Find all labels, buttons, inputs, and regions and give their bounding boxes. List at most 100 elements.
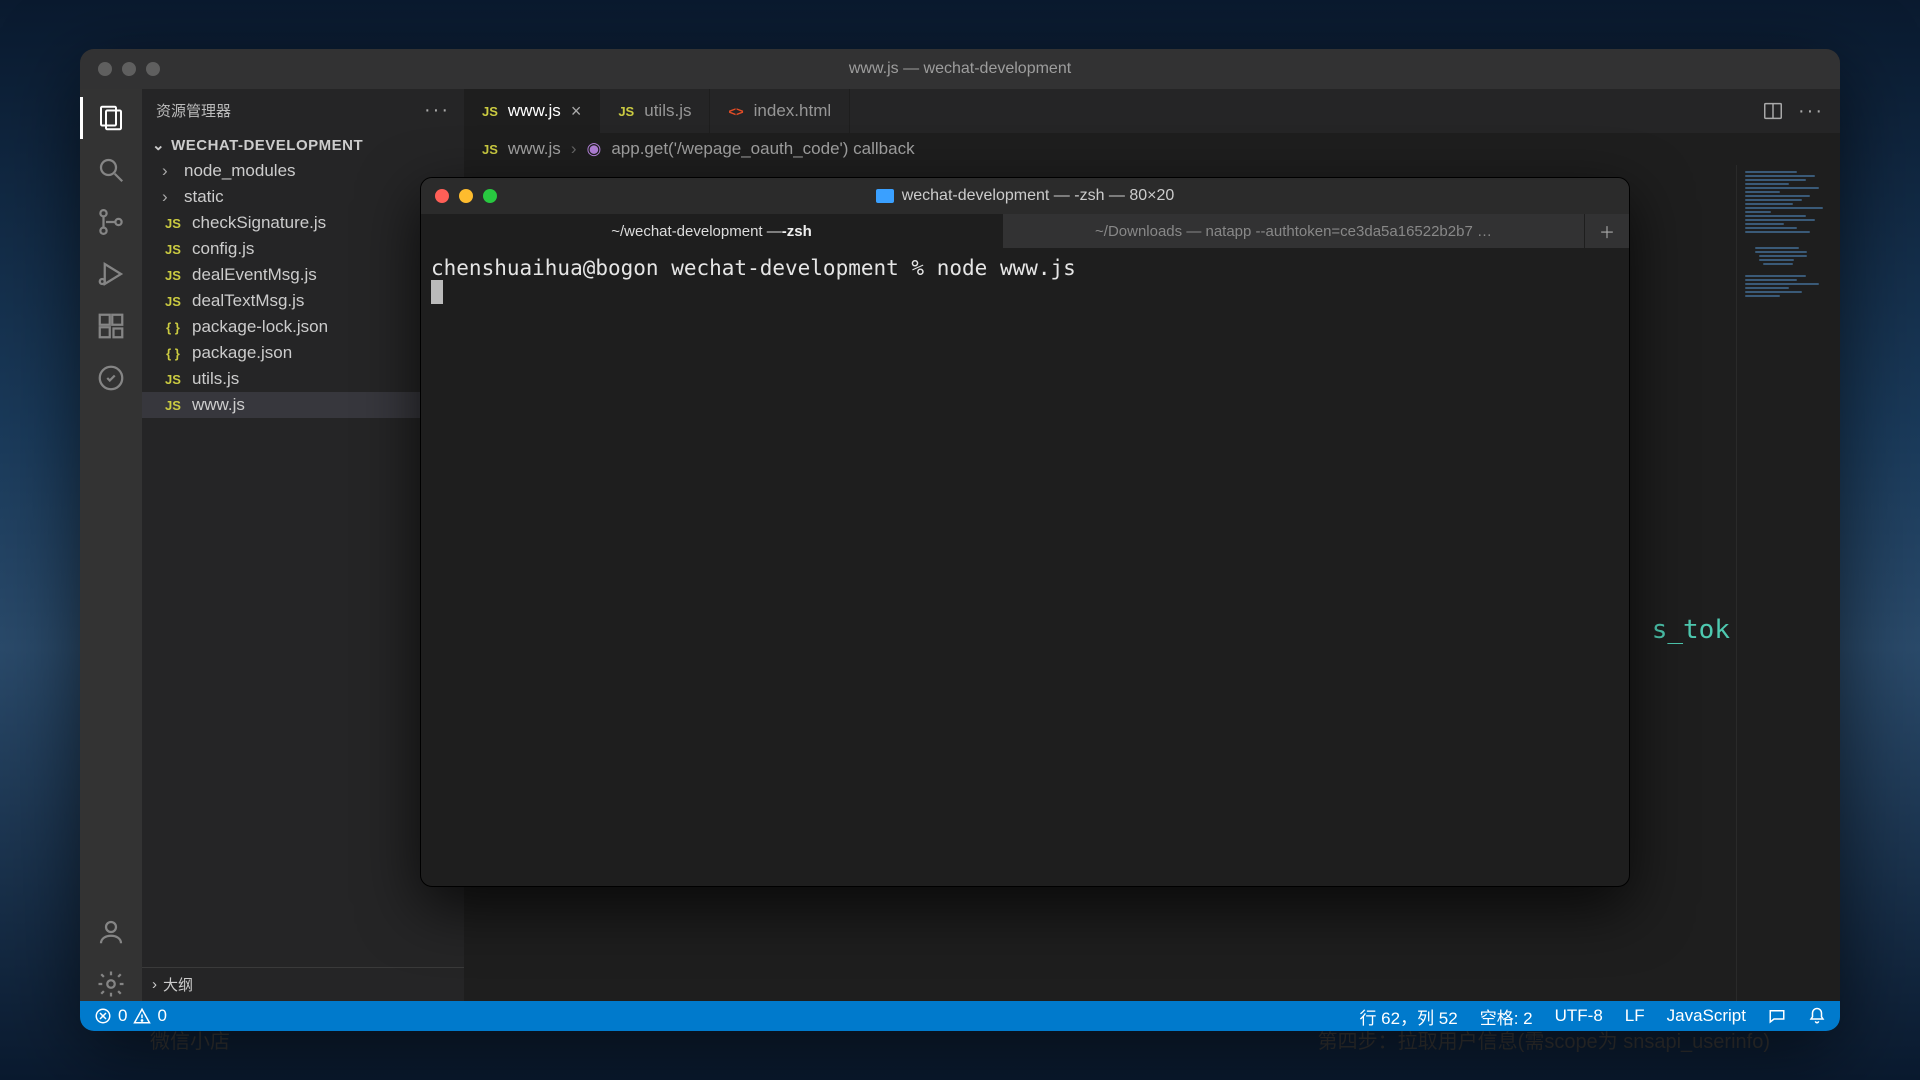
folder-root-label: WECHAT-DEVELOPMENT (171, 137, 363, 154)
tree-file[interactable]: JS config.js (142, 236, 464, 262)
notifications-icon[interactable] (1808, 1007, 1826, 1025)
terminal-tab-proc: -zsh (782, 223, 812, 240)
terminal-window: wechat-development — -zsh — 80×20 ~/wech… (420, 177, 1630, 887)
tree-file[interactable]: JS dealTextMsg.js (142, 288, 464, 314)
language-mode[interactable]: JavaScript (1667, 1006, 1746, 1026)
account-icon[interactable] (94, 915, 128, 949)
sidebar-more-icon[interactable]: ··· (424, 99, 450, 122)
window-title: www.js — wechat-development (80, 60, 1840, 78)
eol-info[interactable]: LF (1625, 1006, 1645, 1026)
terminal-maximize-button[interactable] (483, 189, 497, 203)
cursor-position[interactable]: 行 62，列 52 (1359, 1004, 1457, 1029)
js-file-icon: JS (482, 142, 498, 157)
js-file-icon: JS (162, 268, 184, 283)
terminal-cursor (431, 280, 443, 304)
tree-file[interactable]: JS www.js (142, 392, 464, 418)
js-file-icon: JS (482, 104, 498, 119)
extensions-icon[interactable] (94, 309, 128, 343)
breadcrumb-file: www.js (508, 139, 561, 159)
outline-section[interactable]: › 大纲 (142, 967, 464, 1001)
js-file-icon: JS (162, 372, 184, 387)
tree-file[interactable]: JS checkSignature.js (142, 210, 464, 236)
explorer-sidebar: 资源管理器 ··· ⌄ WECHAT-DEVELOPMENT › node_mo… (142, 89, 464, 1001)
chevron-right-icon: › (571, 139, 577, 159)
terminal-close-button[interactable] (435, 189, 449, 203)
terminal-tab-full: ~/Downloads — natapp --authtoken=ce3da5a… (1095, 223, 1492, 240)
window-controls (98, 62, 160, 76)
json-file-icon (162, 320, 184, 335)
tree-folder[interactable]: › static (142, 184, 464, 210)
editor-more-icon[interactable]: ··· (1798, 100, 1824, 123)
feedback-icon[interactable] (1768, 1007, 1786, 1025)
tree-label: static (184, 187, 224, 207)
error-count: 0 (118, 1006, 127, 1026)
js-file-icon: JS (162, 242, 184, 257)
title-bar: www.js — wechat-development (80, 49, 1840, 89)
tree-label: package-lock.json (192, 317, 328, 337)
terminal-tabs: ~/wechat-development — -zsh ~/Downloads … (421, 214, 1629, 248)
terminal-body[interactable]: chenshuaihua@bogon wechat-development % … (421, 248, 1629, 886)
explorer-icon[interactable] (94, 101, 128, 135)
tree-file[interactable]: package.json (142, 340, 464, 366)
folder-icon (876, 189, 894, 203)
tab-label: index.html (754, 101, 831, 121)
settings-gear-icon[interactable] (94, 967, 128, 1001)
tree-file[interactable]: JS utils.js (142, 366, 464, 392)
js-file-icon: JS (618, 104, 634, 119)
chevron-down-icon: ⌄ (152, 136, 165, 154)
split-editor-icon[interactable] (1762, 100, 1784, 122)
tree-label: dealTextMsg.js (192, 291, 304, 311)
method-icon: ◉ (586, 139, 601, 159)
tree-label: dealEventMsg.js (192, 265, 317, 285)
activity-bar (80, 89, 142, 1001)
terminal-tab-1[interactable]: ~/wechat-development — -zsh (421, 214, 1003, 248)
breadcrumb[interactable]: JS www.js › ◉ app.get('/wepage_oauth_cod… (464, 133, 1840, 165)
source-control-icon[interactable] (94, 205, 128, 239)
tab-label: utils.js (644, 101, 691, 121)
close-window-button[interactable] (98, 62, 112, 76)
tab-index-html[interactable]: <> index.html (710, 89, 850, 133)
file-tree: › node_modules › static JS checkSignatur… (142, 158, 464, 967)
minimize-window-button[interactable] (122, 62, 136, 76)
minimap[interactable] (1736, 165, 1840, 1001)
close-tab-icon[interactable]: × (571, 101, 582, 122)
indent-info[interactable]: 空格: 2 (1480, 1004, 1533, 1029)
tree-label: node_modules (184, 161, 296, 181)
js-file-icon: JS (162, 216, 184, 231)
tree-file[interactable]: package-lock.json (142, 314, 464, 340)
chevron-right-icon: › (162, 187, 176, 207)
problems-button[interactable]: 0 0 (94, 1006, 167, 1026)
encoding-info[interactable]: UTF-8 (1555, 1006, 1603, 1026)
tab-www-js[interactable]: JS www.js × (464, 89, 600, 133)
tree-label: package.json (192, 343, 292, 363)
chevron-right-icon: › (152, 976, 157, 993)
sidebar-header: 资源管理器 ··· (142, 89, 464, 132)
json-file-icon (162, 346, 184, 361)
terminal-tab-2[interactable]: ~/Downloads — natapp --authtoken=ce3da5a… (1003, 214, 1585, 248)
folder-root[interactable]: ⌄ WECHAT-DEVELOPMENT (142, 132, 464, 158)
tree-file[interactable]: JS dealEventMsg.js (142, 262, 464, 288)
tree-label: utils.js (192, 369, 239, 389)
terminal-line: chenshuaihua@bogon wechat-development % … (431, 256, 1076, 280)
tree-folder[interactable]: › node_modules (142, 158, 464, 184)
tab-label: www.js (508, 101, 561, 121)
search-icon[interactable] (94, 153, 128, 187)
terminal-minimize-button[interactable] (459, 189, 473, 203)
js-file-icon: JS (162, 294, 184, 309)
maximize-window-button[interactable] (146, 62, 160, 76)
chevron-right-icon: › (162, 161, 176, 181)
tree-label: checkSignature.js (192, 213, 326, 233)
live-share-icon[interactable] (94, 361, 128, 395)
editor-tabs: JS www.js × JS utils.js <> index.html ··… (464, 89, 1840, 133)
terminal-add-tab-button[interactable]: ＋ (1585, 214, 1629, 248)
tree-label: config.js (192, 239, 254, 259)
outline-label: 大纲 (163, 974, 193, 995)
code-fragment: s_tok (1652, 615, 1730, 645)
sidebar-title: 资源管理器 (156, 100, 231, 121)
tab-utils-js[interactable]: JS utils.js (600, 89, 710, 133)
breadcrumb-symbol: app.get('/wepage_oauth_code') callback (611, 139, 914, 159)
run-debug-icon[interactable] (94, 257, 128, 291)
vscode-window: www.js — wechat-development (80, 49, 1840, 1031)
status-bar: 0 0 行 62，列 52 空格: 2 UTF-8 LF JavaScript (80, 1001, 1840, 1031)
warning-count: 0 (157, 1006, 166, 1026)
